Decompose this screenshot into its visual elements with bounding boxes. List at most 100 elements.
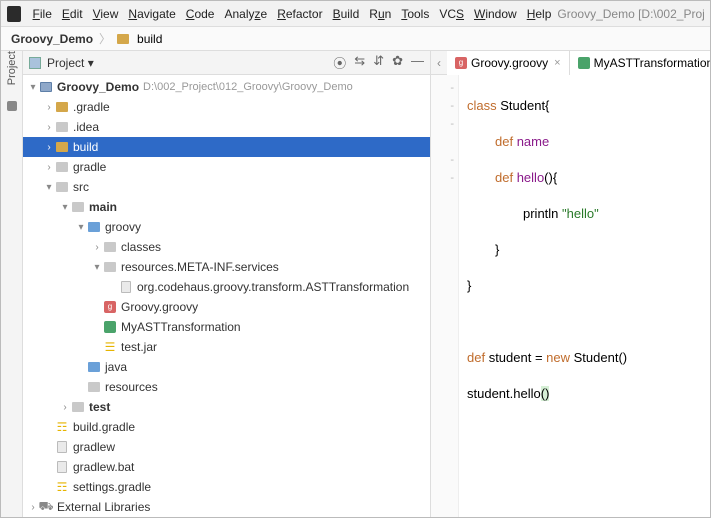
menu-build[interactable]: Build <box>329 5 364 23</box>
file-icon <box>121 281 131 293</box>
tree-item[interactable]: MyASTTransformation <box>23 317 430 337</box>
tree-item[interactable]: ▾src <box>23 177 430 197</box>
menu-vcs[interactable]: VCS <box>435 5 468 23</box>
tab-label: Groovy.groovy <box>471 56 548 70</box>
folder-icon <box>117 34 129 44</box>
menu-window[interactable]: Window <box>470 5 521 23</box>
chevron-down-icon[interactable]: ▾ <box>59 202 71 213</box>
folder-icon <box>56 102 68 112</box>
chevron-right-icon[interactable]: › <box>91 242 103 253</box>
tree-item[interactable]: ›gradle <box>23 157 430 177</box>
chevron-right-icon[interactable]: › <box>59 402 71 413</box>
menu-tools[interactable]: Tools <box>397 5 433 23</box>
file-icon <box>57 461 67 473</box>
tree-item[interactable]: ☰test.jar <box>23 337 430 357</box>
tree-item[interactable]: ›.idea <box>23 117 430 137</box>
rail-structure-icon[interactable] <box>7 101 17 111</box>
project-tree[interactable]: ▾ Groovy_Demo D:\002_Project\012_Groovy\… <box>23 75 430 517</box>
chevron-right-icon: 〉 <box>99 30 111 47</box>
locate-icon[interactable]: ⦿ <box>333 53 346 72</box>
close-icon[interactable]: × <box>554 57 560 69</box>
menu-refactor[interactable]: Refactor <box>273 5 326 23</box>
rail-project-label[interactable]: Project <box>6 51 18 93</box>
collapse-all-icon[interactable]: ⇵ <box>373 53 384 72</box>
file-icon <box>57 441 67 453</box>
project-view-icon <box>29 57 41 69</box>
tree-item[interactable]: org.codehaus.groovy.transform.ASTTransfo… <box>23 277 430 297</box>
tree-item[interactable]: ▾main <box>23 197 430 217</box>
module-icon <box>40 82 52 92</box>
editor-gutter: --- -- <box>431 75 459 517</box>
tree-root[interactable]: ▾ Groovy_Demo D:\002_Project\012_Groovy\… <box>23 77 430 97</box>
chevron-right-icon[interactable]: › <box>43 102 55 113</box>
settings-gear-icon[interactable]: ✿ <box>392 53 403 72</box>
folder-icon <box>104 242 116 252</box>
groovy-file-icon: g <box>104 301 116 313</box>
menu-navigate[interactable]: Navigate <box>124 5 179 23</box>
code-editor[interactable]: --- -- class Student{ def name def hello… <box>431 75 710 517</box>
chevron-down-icon[interactable]: ▾ <box>75 222 87 233</box>
chevron-down-icon[interactable]: ▾ <box>27 82 39 93</box>
tree-item[interactable]: resources <box>23 377 430 397</box>
project-tool-window: Project ▾ ⦿ ⇆ ⇵ ✿ — ▾ Groovy_Demo D:\002… <box>23 51 431 517</box>
chevron-right-icon[interactable]: › <box>43 142 55 153</box>
breadcrumb-item[interactable]: build <box>137 32 162 46</box>
chevron-right-icon[interactable]: › <box>43 162 55 173</box>
chevron-right-icon[interactable]: › <box>27 502 39 513</box>
menu-edit[interactable]: Edit <box>58 5 87 23</box>
class-icon <box>104 321 116 333</box>
tab-prev-icon[interactable]: ‹ <box>431 56 447 70</box>
class-icon <box>578 57 590 69</box>
groovy-file-icon: g <box>455 57 467 69</box>
tree-item-selected[interactable]: ›build <box>23 137 430 157</box>
menu-bar: File Edit View Navigate Code Analyze Ref… <box>1 1 710 27</box>
tree-item[interactable]: ☶build.gradle <box>23 417 430 437</box>
source-folder-icon <box>88 362 100 372</box>
tree-item[interactable]: gradlew.bat <box>23 457 430 477</box>
folder-icon <box>56 142 68 152</box>
source-folder-icon <box>88 222 100 232</box>
gradle-icon: ☶ <box>57 420 68 434</box>
navigation-bar: Groovy_Demo 〉 build <box>1 27 710 51</box>
folder-icon <box>72 202 84 212</box>
app-icon <box>7 6 21 22</box>
chevron-right-icon[interactable]: › <box>43 122 55 133</box>
editor-tabs: ‹ g Groovy.groovy × MyASTTransformation.… <box>431 51 710 75</box>
tab-label: MyASTTransformation.groo <box>594 56 710 70</box>
editor-tab[interactable]: MyASTTransformation.groo <box>570 51 710 75</box>
menu-file[interactable]: File <box>29 5 56 23</box>
chevron-down-icon[interactable]: ▾ <box>43 182 55 193</box>
tree-item[interactable]: gradlew <box>23 437 430 457</box>
project-view-dropdown[interactable]: Project ▾ <box>47 56 94 70</box>
folder-icon <box>88 382 100 392</box>
chevron-down-icon[interactable]: ▾ <box>91 262 103 273</box>
tree-item[interactable]: ›classes <box>23 237 430 257</box>
project-panel-header: Project ▾ ⦿ ⇆ ⇵ ✿ — <box>23 51 430 75</box>
tree-item[interactable]: ›.gradle <box>23 97 430 117</box>
menu-help[interactable]: Help <box>523 5 556 23</box>
menu-run[interactable]: Run <box>365 5 395 23</box>
folder-icon <box>56 122 68 132</box>
gradle-icon: ☶ <box>57 480 68 494</box>
editor-tab-active[interactable]: g Groovy.groovy × <box>447 51 570 75</box>
tool-window-stripe-left: Project <box>1 51 23 517</box>
tree-external-libs[interactable]: ›⛟External Libraries <box>23 497 430 517</box>
menu-view[interactable]: View <box>89 5 123 23</box>
folder-icon <box>72 402 84 412</box>
code-content[interactable]: class Student{ def name def hello(){ pri… <box>459 75 710 517</box>
folder-icon <box>104 262 116 272</box>
jar-icon: ☰ <box>105 340 116 354</box>
folder-icon <box>56 162 68 172</box>
tree-item[interactable]: ▾resources.META-INF.services <box>23 257 430 277</box>
menu-code[interactable]: Code <box>182 5 219 23</box>
menu-analyze[interactable]: Analyze <box>220 5 271 23</box>
tree-item[interactable]: ☶settings.gradle <box>23 477 430 497</box>
tree-item[interactable]: ›test <box>23 397 430 417</box>
expand-all-icon[interactable]: ⇆ <box>354 53 365 72</box>
editor-panel: ‹ g Groovy.groovy × MyASTTransformation.… <box>431 51 710 517</box>
tree-item[interactable]: java <box>23 357 430 377</box>
breadcrumb-root[interactable]: Groovy_Demo <box>11 32 93 46</box>
tree-item[interactable]: gGroovy.groovy <box>23 297 430 317</box>
hide-panel-icon[interactable]: — <box>411 53 424 72</box>
tree-item[interactable]: ▾groovy <box>23 217 430 237</box>
